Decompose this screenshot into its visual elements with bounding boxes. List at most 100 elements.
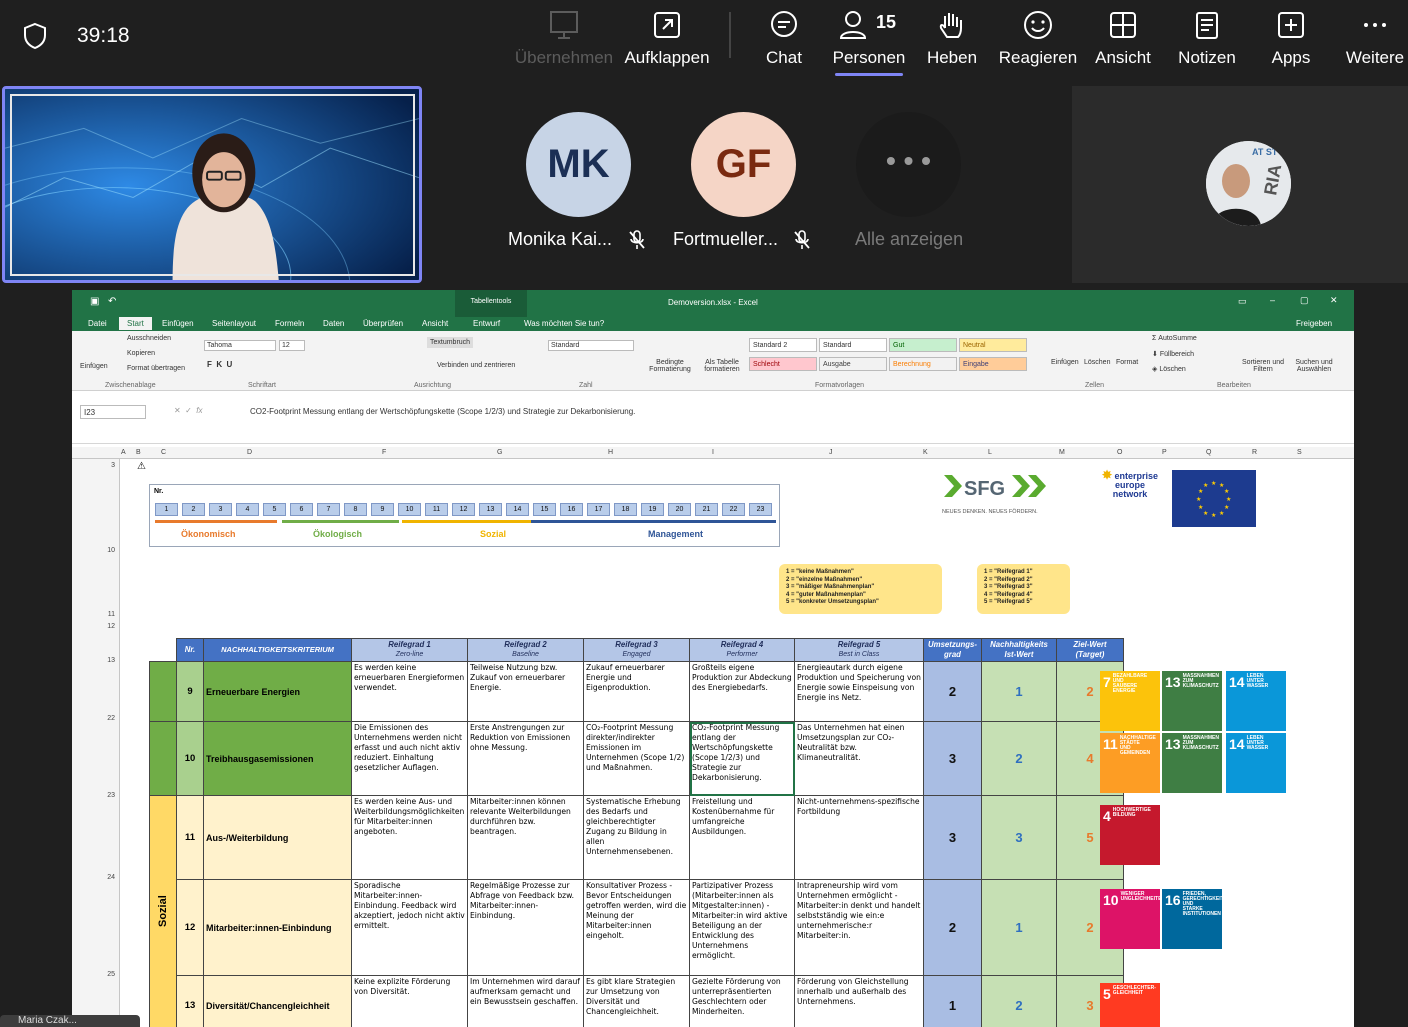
column-letter[interactable]: L bbox=[988, 449, 992, 456]
style-standard2[interactable]: Standard 2 bbox=[749, 338, 817, 352]
number-filter-button[interactable]: 13 bbox=[479, 503, 502, 516]
number-filter-button[interactable]: 23 bbox=[749, 503, 772, 516]
style-berechnung[interactable]: Berechnung bbox=[889, 357, 957, 371]
implementation-score[interactable]: 3 bbox=[923, 721, 982, 796]
fill-button[interactable]: ⬇ Füllbereich bbox=[1152, 350, 1194, 358]
bold-button[interactable]: F K U bbox=[207, 360, 232, 369]
number-filter-button[interactable]: 17 bbox=[587, 503, 610, 516]
number-filter-button[interactable]: 15 bbox=[533, 503, 556, 516]
tab-datei[interactable]: Datei bbox=[88, 319, 107, 328]
column-letter[interactable]: K bbox=[923, 449, 928, 456]
number-filter-button[interactable]: 4 bbox=[236, 503, 259, 516]
column-letter[interactable]: R bbox=[1252, 449, 1257, 456]
number-filter-button[interactable]: 10 bbox=[398, 503, 421, 516]
people-button[interactable]: 15 Personen bbox=[830, 0, 908, 80]
participant-avatar-gf[interactable]: GF bbox=[691, 112, 796, 217]
copy-button[interactable]: Kopieren bbox=[127, 350, 155, 357]
row-number[interactable]: 25 bbox=[107, 971, 115, 978]
font-name-select[interactable]: Tahoma bbox=[204, 340, 276, 351]
find-select-button[interactable]: Suchen und Auswählen bbox=[1288, 359, 1340, 373]
number-filter-button[interactable]: 11 bbox=[425, 503, 448, 516]
number-format-select[interactable]: Standard bbox=[548, 340, 634, 351]
name-box[interactable]: I23 bbox=[80, 405, 146, 419]
tell-me-box[interactable]: Was möchten Sie tun? bbox=[524, 319, 604, 328]
actual-score[interactable]: 1 bbox=[981, 879, 1057, 976]
criterion-name[interactable]: Erneuerbare Energien bbox=[203, 661, 352, 722]
style-eingabe[interactable]: Eingabe bbox=[959, 357, 1027, 371]
number-filter-button[interactable]: 14 bbox=[506, 503, 529, 516]
style-gut[interactable]: Gut bbox=[889, 338, 957, 352]
row-number[interactable]: 3 bbox=[111, 462, 115, 469]
style-neutral[interactable]: Neutral bbox=[959, 338, 1027, 352]
maturity-description[interactable]: Systematische Erhebung des Bedarfs und g… bbox=[583, 795, 690, 880]
paste-button[interactable]: Einfügen bbox=[80, 363, 108, 370]
column-letter[interactable]: C bbox=[161, 449, 166, 456]
clear-button[interactable]: ◈ Löschen bbox=[1152, 365, 1186, 373]
sort-filter-button[interactable]: Sortieren und Filtern bbox=[1236, 359, 1290, 373]
criterion-name[interactable]: Mitarbeiter:innen-Einbindung bbox=[203, 879, 352, 976]
tab-daten[interactable]: Daten bbox=[323, 319, 344, 328]
maturity-description[interactable]: Im Unternehmen wird darauf aufmerksam ge… bbox=[467, 975, 584, 1027]
row-number[interactable]: 12 bbox=[107, 623, 115, 630]
style-standard[interactable]: Standard bbox=[819, 338, 887, 352]
undo-icon[interactable]: ↶ bbox=[108, 296, 116, 307]
maturity-description[interactable]: Zukauf erneuerbarer Energie und Eigenpro… bbox=[583, 661, 690, 722]
insert-cells-button[interactable]: Einfügen bbox=[1051, 359, 1079, 366]
popout-button[interactable]: Aufklappen bbox=[622, 0, 712, 80]
maturity-description[interactable]: Intrapreneurship wird vom Unternehmen er… bbox=[794, 879, 924, 976]
maturity-description[interactable]: Regelmäßige Prozesse zur Abfrage von Fee… bbox=[467, 879, 584, 976]
cut-button[interactable]: Ausschneiden bbox=[127, 335, 171, 342]
maximize-icon[interactable]: ▢ bbox=[1300, 295, 1309, 306]
share-button[interactable]: Freigeben bbox=[1296, 319, 1332, 328]
row-number-cell[interactable]: 12 bbox=[176, 879, 204, 976]
maturity-description[interactable]: Sporadische Mitarbeiter:innen-Einbindung… bbox=[351, 879, 468, 976]
implementation-score[interactable]: 1 bbox=[923, 975, 982, 1027]
format-cells-button[interactable]: Format bbox=[1116, 359, 1138, 366]
close-icon[interactable]: ✕ bbox=[1330, 295, 1338, 306]
maturity-description[interactable]: Es gibt klare Strategien zur Umsetzung v… bbox=[583, 975, 690, 1027]
speaker-video-tile[interactable] bbox=[2, 86, 422, 283]
row-number-cell[interactable]: 10 bbox=[176, 721, 204, 796]
maturity-description[interactable]: Konsultativer Prozess - Bevor Entscheidu… bbox=[583, 879, 690, 976]
font-size-select[interactable]: 12 bbox=[279, 340, 305, 351]
criterion-name[interactable]: Aus-/Weiterbildung bbox=[203, 795, 352, 880]
row-number-cell[interactable]: 9 bbox=[176, 661, 204, 722]
fx-icon[interactable]: ✕ ✓ fx bbox=[174, 406, 203, 415]
implementation-score[interactable]: 2 bbox=[923, 879, 982, 976]
number-filter-button[interactable]: 6 bbox=[290, 503, 313, 516]
number-filter-button[interactable]: 1 bbox=[155, 503, 178, 516]
maturity-description[interactable]: Förderung von Gleichstellung innerhalb u… bbox=[794, 975, 924, 1027]
chat-button[interactable]: Chat bbox=[757, 0, 811, 80]
column-letter[interactable]: D bbox=[247, 449, 252, 456]
tab-ansicht[interactable]: Ansicht bbox=[422, 319, 448, 328]
shared-screen[interactable]: ▣ ↶ Tabellentools Demoversion.xlsx - Exc… bbox=[72, 290, 1354, 1027]
view-button[interactable]: Ansicht bbox=[1094, 0, 1152, 80]
maturity-description[interactable]: Teilweise Nutzung bzw. Zukauf von erneue… bbox=[467, 661, 584, 722]
row-number[interactable]: 24 bbox=[107, 874, 115, 881]
criterion-name[interactable]: Treibhausgasemissionen bbox=[203, 721, 352, 796]
number-filter-button[interactable]: 7 bbox=[317, 503, 340, 516]
number-filter-button[interactable]: 5 bbox=[263, 503, 286, 516]
number-filter-button[interactable]: 18 bbox=[614, 503, 637, 516]
maturity-description[interactable]: Erste Anstrengungen zur Reduktion von Em… bbox=[467, 721, 584, 796]
column-letter[interactable]: M bbox=[1059, 449, 1065, 456]
merge-center-button[interactable]: Verbinden und zentrieren bbox=[437, 362, 515, 369]
save-icon[interactable]: ▣ bbox=[90, 296, 99, 307]
maturity-description[interactable]: Freistellung und Kostenübernahme für umf… bbox=[689, 795, 795, 880]
number-filter-button[interactable]: 20 bbox=[668, 503, 691, 516]
participant-avatar-mk[interactable]: MK bbox=[526, 112, 631, 217]
maturity-description[interactable]: Partizipativer Prozess (Mitarbeiter:inne… bbox=[689, 879, 795, 976]
tab-seitenlayout[interactable]: Seitenlayout bbox=[212, 319, 256, 328]
maturity-description[interactable]: Es werden keine Aus- und Weiterbildungsm… bbox=[351, 795, 468, 880]
number-filter-button[interactable]: 8 bbox=[344, 503, 367, 516]
ribbon-options-icon[interactable]: ▭ bbox=[1238, 296, 1247, 307]
row-number-cell[interactable]: 13 bbox=[176, 975, 204, 1027]
actual-score[interactable]: 2 bbox=[981, 975, 1057, 1027]
row-number[interactable]: 10 bbox=[107, 547, 115, 554]
maturity-description[interactable]: CO₂-Footprint Messung direkter/indirekte… bbox=[583, 721, 690, 796]
row-number[interactable]: 23 bbox=[107, 792, 115, 799]
wrap-text-button[interactable]: Textumbruch bbox=[427, 337, 474, 348]
number-filter-button[interactable]: 19 bbox=[641, 503, 664, 516]
row-number-cell[interactable]: 11 bbox=[176, 795, 204, 880]
tab-formeln[interactable]: Formeln bbox=[275, 319, 304, 328]
